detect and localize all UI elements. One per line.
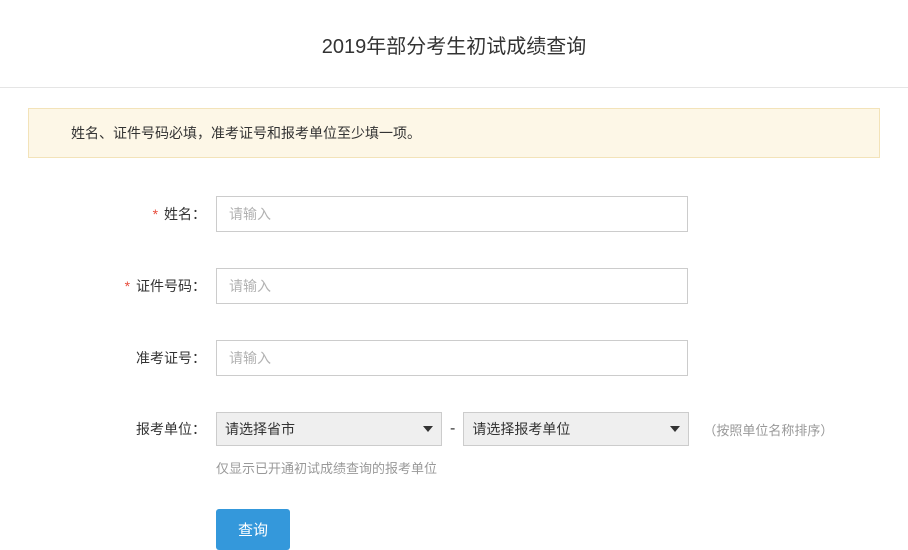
org-label: 报考单位： <box>0 419 216 439</box>
name-label-text: 姓名： <box>164 206 206 222</box>
required-asterisk: * <box>125 278 130 294</box>
exam-number-label-text: 准考证号： <box>136 350 206 366</box>
submit-button[interactable]: 查询 <box>216 509 290 550</box>
province-select[interactable]: 请选择省市 <box>216 412 442 446</box>
org-label-text: 报考单位： <box>136 421 206 437</box>
name-row: * 姓名： <box>0 196 908 232</box>
id-number-input[interactable] <box>216 268 688 304</box>
org-select-group: 请选择省市 - 请选择报考单位 （按照单位名称排序） <box>216 412 833 446</box>
divider <box>0 87 908 88</box>
id-number-row: * 证件号码： <box>0 268 908 304</box>
org-row: 报考单位： 请选择省市 - 请选择报考单位 （按照单位名称排序） <box>0 412 908 446</box>
name-input[interactable] <box>216 196 688 232</box>
id-number-label-text: 证件号码： <box>136 278 206 294</box>
exam-number-label: 准考证号： <box>0 348 216 368</box>
query-form: * 姓名： * 证件号码： 准考证号： 报考单位： 请选择省市 - 请选择报考单… <box>0 188 908 550</box>
page-title: 2019年部分考生初试成绩查询 <box>0 0 908 87</box>
org-select[interactable]: 请选择报考单位 <box>463 412 689 446</box>
alert-message: 姓名、证件号码必填，准考证号和报考单位至少填一项。 <box>28 108 880 158</box>
sort-hint: （按照单位名称排序） <box>703 420 833 439</box>
exam-number-input[interactable] <box>216 340 688 376</box>
submit-row: 查询 <box>216 509 908 550</box>
required-asterisk: * <box>153 206 158 222</box>
exam-number-row: 准考证号： <box>0 340 908 376</box>
id-number-label: * 证件号码： <box>0 276 216 296</box>
select-separator: - <box>442 420 463 438</box>
name-label: * 姓名： <box>0 204 216 224</box>
org-help-text: 仅显示已开通初试成绩查询的报考单位 <box>216 458 908 477</box>
